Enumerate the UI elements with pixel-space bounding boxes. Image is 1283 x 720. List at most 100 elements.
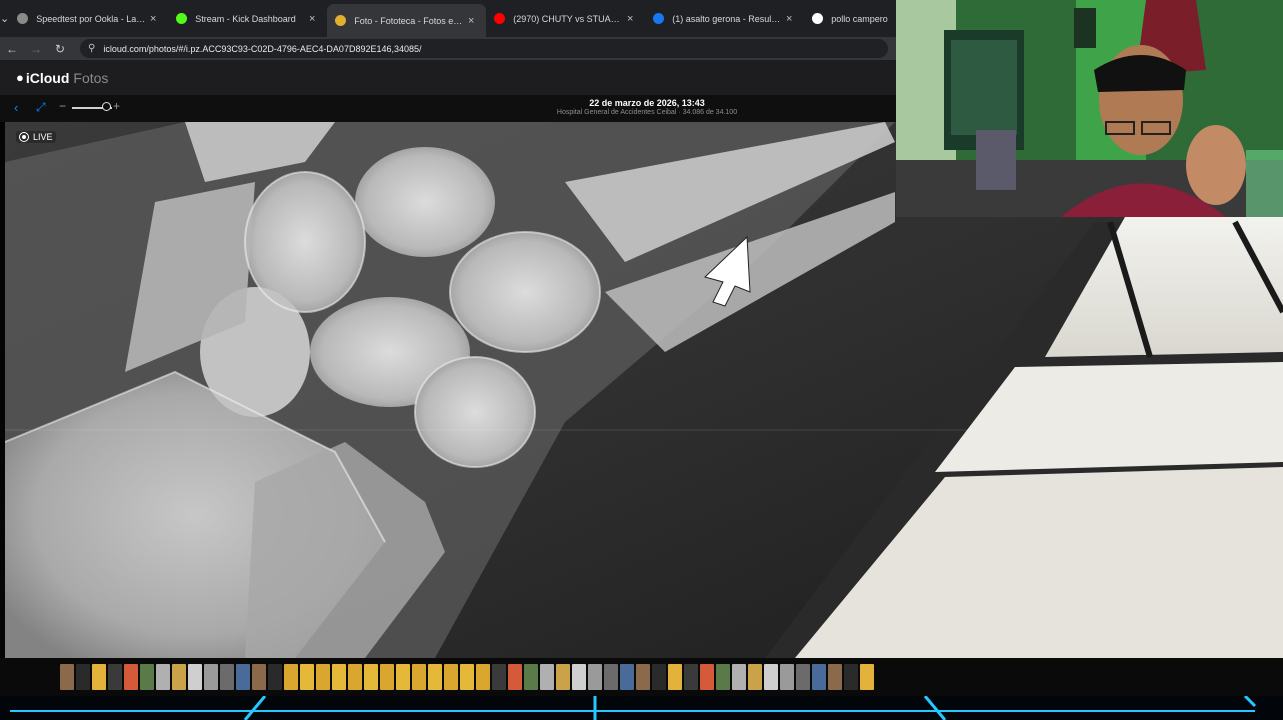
photo-thumbnail[interactable] bbox=[124, 664, 138, 690]
photo-thumbnail[interactable] bbox=[540, 664, 554, 690]
site-info-icon[interactable]: ⚲ bbox=[88, 43, 95, 54]
photo-thumbnail[interactable] bbox=[636, 664, 650, 690]
close-tab-icon[interactable]: × bbox=[464, 15, 478, 27]
photo-thumbnail[interactable] bbox=[796, 664, 810, 690]
photo-thumbnail[interactable] bbox=[60, 664, 74, 690]
expand-icon[interactable]: ⤢ bbox=[36, 100, 46, 115]
tab-title: Foto - Fototeca - Fotos en iCloud bbox=[354, 15, 464, 26]
chrome-icon bbox=[335, 15, 347, 26]
photo-location: Hospital General de Accidentes Ceibal · … bbox=[556, 109, 738, 116]
photo-thumbnail[interactable] bbox=[92, 664, 106, 690]
photo-thumbnail[interactable] bbox=[556, 664, 570, 690]
photo-thumbnail[interactable] bbox=[828, 664, 842, 690]
zoom-slider-knob[interactable] bbox=[102, 102, 111, 111]
photo-thumbnail[interactable] bbox=[220, 664, 234, 690]
photo-thumbnail[interactable] bbox=[348, 664, 362, 690]
photo-thumbnail[interactable] bbox=[524, 664, 538, 690]
photo-thumbnail[interactable] bbox=[412, 664, 426, 690]
photo-date: 22 de marzo de 2026, 13:43 bbox=[589, 98, 705, 108]
browser-tab[interactable]: Foto - Fototeca - Fotos en iCloud× bbox=[327, 4, 487, 37]
zoom-out-icon[interactable]: − bbox=[59, 99, 66, 113]
photo-thumbnail[interactable] bbox=[252, 664, 266, 690]
photo-thumbnail[interactable] bbox=[188, 664, 202, 690]
photo-thumbnail[interactable] bbox=[76, 664, 90, 690]
photo-thumbnail[interactable] bbox=[764, 664, 778, 690]
icloud-header: ● iCloud Fotos bbox=[0, 60, 896, 95]
photo-thumbnail[interactable] bbox=[364, 664, 378, 690]
photo-thumbnail[interactable] bbox=[380, 664, 394, 690]
photo-thumbnail[interactable] bbox=[604, 664, 618, 690]
photo-thumbnail[interactable] bbox=[588, 664, 602, 690]
photo-thumbnail[interactable] bbox=[460, 664, 474, 690]
forward-arrow-icon[interactable]: → bbox=[24, 42, 48, 56]
youtube-icon bbox=[494, 13, 506, 24]
photo-thumbnail[interactable] bbox=[156, 664, 170, 690]
photo-thumbnail[interactable] bbox=[444, 664, 458, 690]
photo-thumbnail[interactable] bbox=[396, 664, 410, 690]
photo-thumbnail[interactable] bbox=[284, 664, 298, 690]
tab-title: Stream - Kick Dashboard bbox=[195, 13, 296, 24]
speedtest-icon bbox=[17, 13, 29, 24]
browser-tab[interactable]: (2970) CHUTY vs STUART | #FMS× bbox=[486, 0, 645, 37]
photo-thumbnail[interactable] bbox=[172, 664, 186, 690]
tab-title: (1) asalto gerona - Resultados de bbox=[672, 13, 782, 24]
url-text: icloud.com/photos/#/i.pz.ACC93C93-C02D-4… bbox=[103, 43, 422, 54]
photo-thumbnail[interactable] bbox=[812, 664, 826, 690]
tab-search-icon[interactable]: ⌄ bbox=[0, 0, 9, 37]
photo-thumbnail[interactable] bbox=[748, 664, 762, 690]
zoom-in-icon[interactable]: + bbox=[113, 99, 120, 113]
address-bar[interactable]: ⚲ icloud.com/photos/#/i.pz.ACC93C93-C02D… bbox=[80, 39, 888, 58]
close-tab-icon[interactable]: × bbox=[782, 13, 796, 25]
photo-thumbnail[interactable] bbox=[236, 664, 250, 690]
reload-icon[interactable]: ↻ bbox=[48, 42, 72, 56]
live-photo-icon bbox=[19, 132, 29, 142]
photo-thumbnail[interactable] bbox=[620, 664, 634, 690]
kick-icon bbox=[176, 13, 188, 24]
browser-toolbar: ← → ↻ ⚲ icloud.com/photos/#/i.pz.ACC93C9… bbox=[0, 37, 896, 60]
webcam-feed bbox=[896, 0, 1283, 217]
screen: ⌄ Speedtest por Ookla - La prueba×Stream… bbox=[0, 0, 1283, 720]
facebook-icon bbox=[653, 13, 665, 24]
photo-thumbnail[interactable] bbox=[780, 664, 794, 690]
photo-thumbnail[interactable] bbox=[300, 664, 314, 690]
back-arrow-icon[interactable]: ← bbox=[0, 42, 24, 56]
photo-thumbnail[interactable] bbox=[108, 664, 122, 690]
tab-title: Speedtest por Ookla - La prueba bbox=[36, 13, 146, 24]
webcam-overlay bbox=[896, 0, 1283, 217]
photo-thumbnail[interactable] bbox=[268, 664, 282, 690]
browser-tab[interactable]: Stream - Kick Dashboard × bbox=[168, 0, 327, 37]
photo-thumbnail[interactable] bbox=[332, 664, 346, 690]
photo-thumbnail[interactable] bbox=[204, 664, 218, 690]
photo-thumbnail[interactable] bbox=[572, 664, 586, 690]
back-chevron-icon[interactable]: ‹ bbox=[14, 100, 18, 115]
photo-thumbnail[interactable] bbox=[476, 664, 490, 690]
close-tab-icon[interactable]: × bbox=[146, 13, 160, 25]
photo-thumbnail[interactable] bbox=[316, 664, 330, 690]
close-tab-icon[interactable]: × bbox=[623, 13, 637, 25]
icloud-brand[interactable]: iCloud bbox=[26, 70, 70, 86]
photo-thumbnail[interactable] bbox=[140, 664, 154, 690]
photo-thumbnail[interactable] bbox=[684, 664, 698, 690]
google-icon bbox=[812, 13, 824, 24]
tab-title: (2970) CHUTY vs STUART | #FMS bbox=[513, 13, 623, 24]
photo-thumbnail[interactable] bbox=[732, 664, 746, 690]
photo-thumbnail[interactable] bbox=[508, 664, 522, 690]
close-tab-icon[interactable]: × bbox=[305, 13, 319, 25]
live-label: LIVE bbox=[33, 132, 53, 142]
background-decoration bbox=[0, 696, 1283, 720]
photo-thumbnail[interactable] bbox=[492, 664, 506, 690]
photo-viewer-toolbar: ‹ ⤢ − + 22 de marzo de 2026, 13:43 Hospi… bbox=[0, 95, 896, 122]
photo-thumbnail[interactable] bbox=[844, 664, 858, 690]
browser-tab[interactable]: Speedtest por Ookla - La prueba× bbox=[9, 0, 168, 37]
thumbnail-strip bbox=[0, 658, 1283, 696]
photo-thumbnail[interactable] bbox=[668, 664, 682, 690]
app-name[interactable]: Fotos bbox=[73, 70, 108, 86]
photo-thumbnail[interactable] bbox=[860, 664, 874, 690]
photo-thumbnail[interactable] bbox=[428, 664, 442, 690]
live-photo-badge[interactable]: LIVE bbox=[16, 131, 56, 143]
photo-thumbnail[interactable] bbox=[716, 664, 730, 690]
photo-thumbnail[interactable] bbox=[700, 664, 714, 690]
browser-tab[interactable]: (1) asalto gerona - Resultados de× bbox=[645, 0, 804, 37]
photo-thumbnail[interactable] bbox=[652, 664, 666, 690]
apple-logo-icon: ● bbox=[16, 70, 24, 85]
